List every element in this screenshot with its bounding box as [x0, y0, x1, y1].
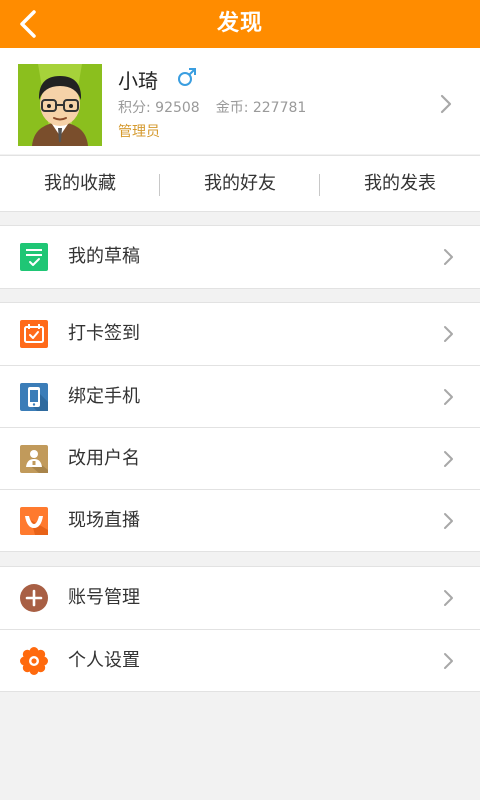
- menu-item-rename-user[interactable]: 改用户名: [0, 427, 480, 489]
- menu-group-settings: 账号管理 个人设置: [0, 566, 480, 692]
- menu-label: 我的草稿: [68, 246, 140, 267]
- tab-favorites[interactable]: 我的收藏: [0, 156, 160, 211]
- menu-item-account-management[interactable]: 账号管理: [0, 567, 480, 629]
- menu-group-account-tools: 打卡签到 绑定手机 改用户名 现场直播: [0, 302, 480, 552]
- chevron-right-icon: [442, 386, 456, 408]
- profile-tabs: 我的收藏 我的好友 我的发表: [0, 155, 480, 212]
- chevron-right-icon: [442, 650, 456, 672]
- menu-item-bind-phone[interactable]: 绑定手机: [0, 365, 480, 427]
- add-circle-icon: [19, 583, 49, 613]
- user-stats: 积分: 92508 金币: 227781: [118, 97, 306, 117]
- menu-item-personal-settings[interactable]: 个人设置: [0, 629, 480, 691]
- chevron-right-icon: [442, 587, 456, 609]
- tab-posts[interactable]: 我的发表: [320, 156, 480, 211]
- chevron-right-icon: [442, 323, 456, 345]
- coins-value: 金币: 227781: [215, 100, 307, 116]
- menu-label: 账号管理: [68, 587, 140, 608]
- avatar[interactable]: [18, 64, 102, 146]
- tab-friends[interactable]: 我的好友: [160, 156, 320, 211]
- male-gender-icon: [176, 66, 198, 88]
- calendar-checkin-icon: [19, 319, 49, 349]
- menu-item-live[interactable]: 现场直播: [0, 489, 480, 551]
- menu-label: 打卡签到: [68, 323, 140, 344]
- gear-icon: [19, 646, 49, 676]
- menu-item-checkin[interactable]: 打卡签到: [0, 303, 480, 365]
- chevron-right-icon: [442, 246, 456, 268]
- profile-card[interactable]: 小琦 积分: 92508 金币: 227781 管理员: [0, 48, 480, 154]
- user-role-badge: 管理员: [118, 124, 160, 140]
- top-bar: 发现: [0, 0, 480, 48]
- menu-group-drafts: 我的草稿: [0, 225, 480, 289]
- chevron-right-icon: [442, 510, 456, 532]
- live-icon: [19, 506, 49, 536]
- menu-label: 改用户名: [68, 448, 140, 469]
- page-title: 发现: [216, 11, 263, 36]
- menu-label: 绑定手机: [68, 386, 140, 407]
- draft-icon: [19, 242, 49, 272]
- chevron-right-icon: [442, 448, 456, 470]
- avatar-image: [18, 64, 102, 146]
- points-value: 积分: 92508: [118, 100, 200, 116]
- chevron-right-icon: [438, 93, 454, 115]
- menu-label: 个人设置: [68, 650, 140, 671]
- menu-label: 现场直播: [68, 510, 140, 531]
- username: 小琦: [118, 69, 158, 93]
- menu-item-drafts[interactable]: 我的草稿: [0, 226, 480, 288]
- user-card-icon: [19, 444, 49, 474]
- phone-icon: [19, 382, 49, 412]
